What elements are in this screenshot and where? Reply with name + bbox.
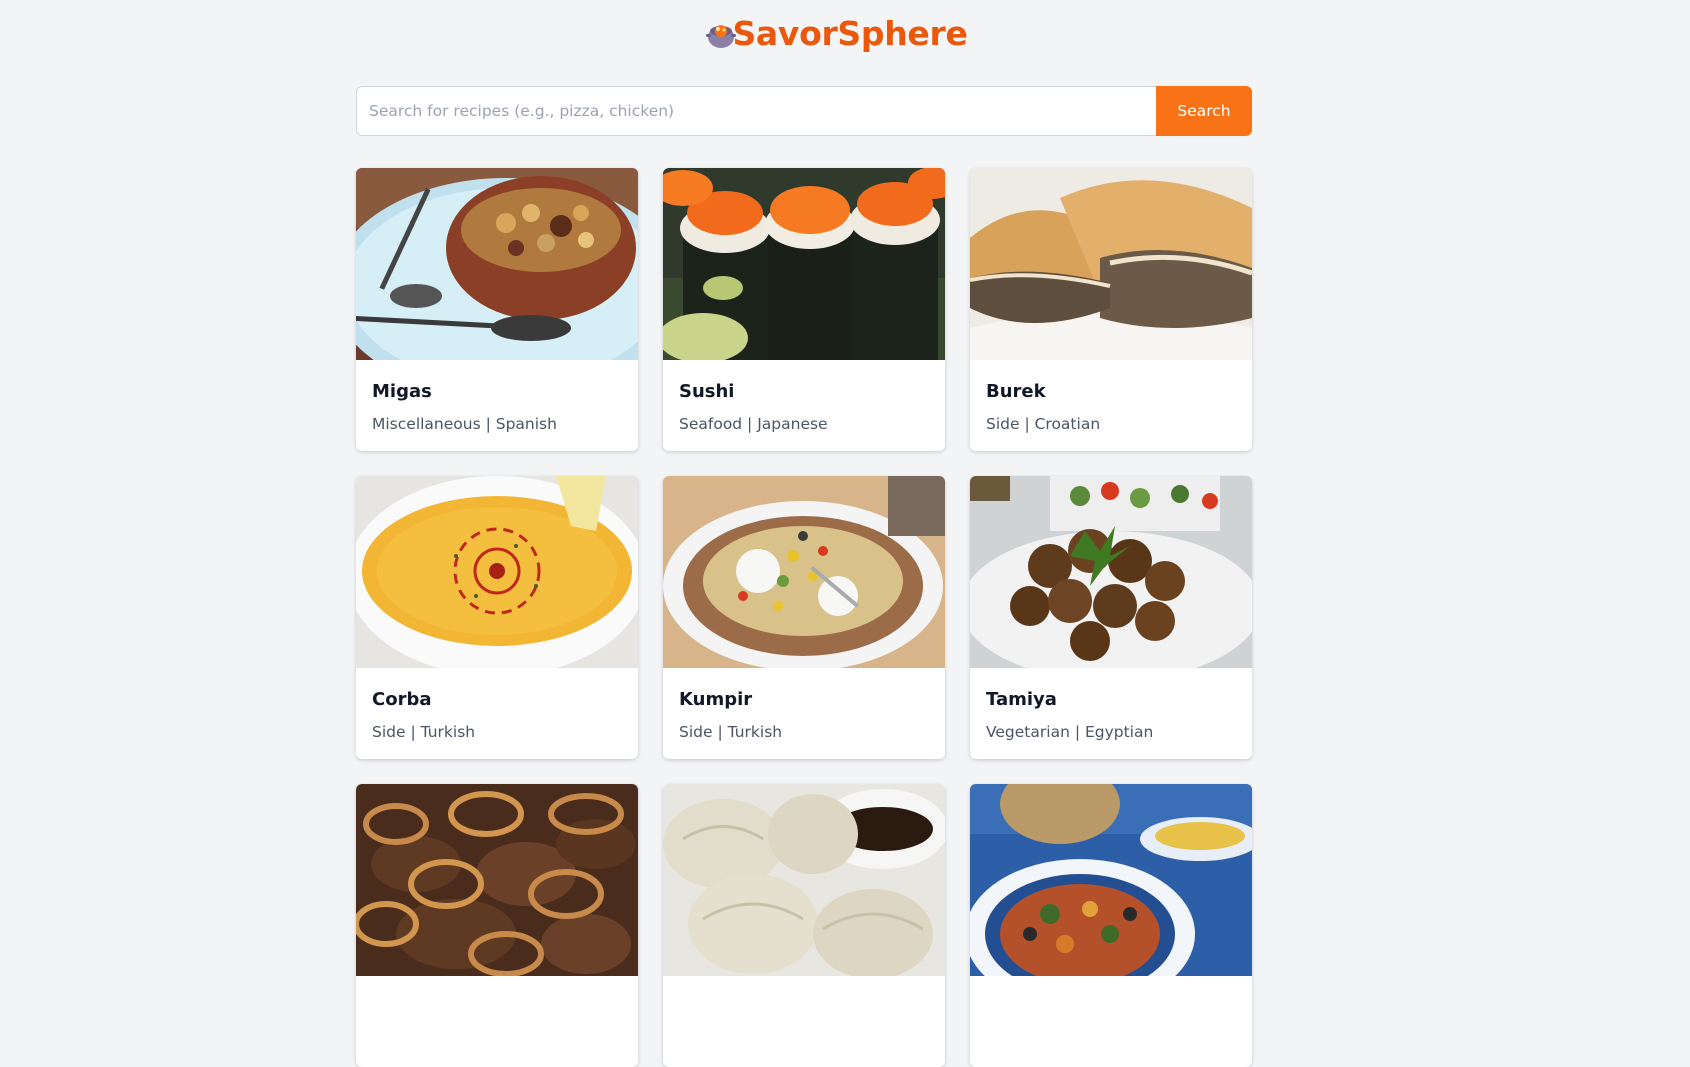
recipe-image[interactable]: [970, 476, 1252, 668]
recipe-card-corba[interactable]: Corba Side | Turkish: [356, 476, 638, 759]
app-title: SavorSphere: [732, 14, 968, 53]
recipe-name: [372, 996, 622, 1020]
recipe-name: Sushi: [679, 381, 735, 402]
recipe-image[interactable]: [356, 476, 638, 668]
recipe-name: [679, 996, 929, 1020]
recipe-card-migas[interactable]: Migas Miscellaneous | Spanish: [356, 168, 638, 451]
recipe-card[interactable]: [970, 784, 1252, 1067]
search-bar: Search: [356, 86, 1252, 136]
recipe-grid: Migas Miscellaneous | Spanish Sushi Seaf…: [356, 168, 1252, 1067]
recipe-name: [986, 996, 1236, 1020]
search-button[interactable]: Search: [1156, 86, 1252, 136]
recipe-card-sushi[interactable]: Sushi Seafood | Japanese: [663, 168, 945, 451]
recipe-card[interactable]: [663, 784, 945, 1067]
recipe-card-burek[interactable]: Burek Side | Croatian: [970, 168, 1252, 451]
recipe-image[interactable]: [663, 168, 945, 360]
recipe-image[interactable]: [356, 168, 638, 360]
recipe-image[interactable]: [663, 476, 945, 668]
recipe-image[interactable]: [970, 168, 1252, 360]
recipe-card-kumpir[interactable]: Kumpir Side | Turkish: [663, 476, 945, 759]
app-header: SavorSphere: [0, 14, 1690, 53]
recipe-image[interactable]: [356, 784, 638, 976]
recipe-category-area: Side | Croatian: [986, 415, 1101, 433]
recipe-name: Kumpir: [679, 689, 753, 710]
recipe-category-area: Seafood | Japanese: [679, 415, 828, 433]
recipe-category-area: Miscellaneous | Spanish: [372, 415, 557, 433]
recipe-image[interactable]: [970, 784, 1252, 976]
recipe-card[interactable]: [356, 784, 638, 1067]
recipe-category-area: Vegetarian | Egyptian: [986, 723, 1154, 741]
recipe-name: Tamiya: [986, 689, 1057, 710]
recipe-name: Migas: [372, 381, 432, 402]
recipe-category-area: Side | Turkish: [372, 723, 476, 741]
recipe-card-tamiya[interactable]: Tamiya Vegetarian | Egyptian: [970, 476, 1252, 759]
recipe-image[interactable]: [663, 784, 945, 976]
search-input[interactable]: [356, 86, 1156, 136]
recipe-name: Burek: [986, 381, 1046, 402]
recipe-category-area: Side | Turkish: [679, 723, 783, 741]
recipe-name: Corba: [372, 689, 432, 710]
